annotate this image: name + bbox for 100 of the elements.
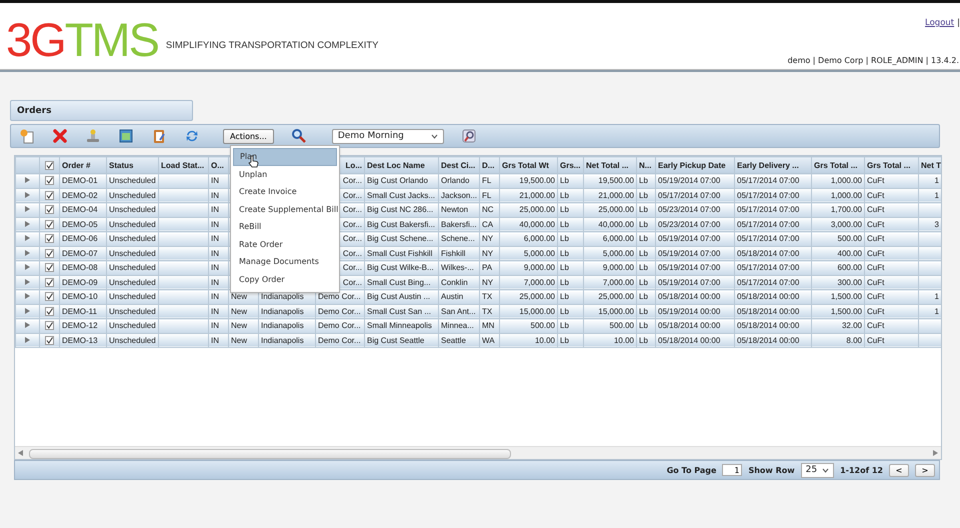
table-cell: 3,000.00 [830, 220, 862, 229]
table-cell: CuFt [867, 321, 884, 330]
horizontal-scrollbar[interactable] [15, 446, 941, 459]
table-cell: DEMO-04 [62, 205, 98, 214]
actions-button[interactable]: Actions... [223, 128, 274, 144]
expand-icon[interactable] [25, 322, 30, 328]
table-cell: New [231, 321, 248, 330]
scroll-left-icon[interactable] [18, 450, 23, 456]
rows-per-page-select[interactable]: 25 [800, 462, 834, 478]
refresh-icon[interactable] [184, 128, 200, 144]
table-cell: 1,700.00 [830, 205, 862, 214]
expand-icon[interactable] [25, 308, 30, 314]
row-checkbox[interactable] [45, 306, 54, 316]
column-header[interactable]: Lo... [346, 160, 362, 170]
page-field[interactable]: 1 [722, 464, 742, 476]
menu-item[interactable]: Unplan [233, 166, 337, 183]
table-cell: Fishkill [441, 248, 466, 258]
table-cell: Orlando [441, 176, 470, 186]
view-select[interactable]: Demo Morning [332, 128, 444, 144]
table-cell: Cor... [342, 190, 362, 200]
table-cell: IN [211, 336, 219, 345]
row-checkbox[interactable] [45, 190, 54, 200]
table-cell: Indianapolis [261, 306, 304, 316]
expand-icon[interactable] [25, 235, 30, 242]
row-checkbox[interactable] [45, 263, 54, 272]
table-cell: Lb [560, 190, 569, 200]
table-cell: Unscheduled [109, 306, 156, 316]
table-cell: Lb [639, 220, 648, 229]
expand-icon[interactable] [25, 220, 30, 227]
table-cell: Lb [560, 205, 569, 214]
table-cell: Seattle [441, 336, 466, 345]
menu-item[interactable]: ReBill [233, 218, 337, 236]
expand-icon[interactable] [25, 336, 30, 343]
logout-link[interactable]: Logout [925, 18, 954, 28]
table-cell: Lb [639, 278, 648, 287]
table-cell: 8.00 [846, 336, 862, 345]
row-checkbox[interactable] [45, 220, 54, 229]
table-cell: Big Cust Austin ... [367, 292, 430, 302]
table-cell: 32.00 [842, 321, 862, 330]
select-all-checkbox[interactable] [45, 160, 54, 170]
row-checkbox[interactable] [45, 336, 54, 345]
stamp-icon[interactable] [85, 128, 101, 144]
row-checkbox[interactable] [45, 248, 54, 258]
expand-icon[interactable] [25, 264, 30, 270]
table-cell: 1,000.00 [830, 190, 862, 200]
row-checkbox[interactable] [45, 205, 54, 214]
row-checkbox[interactable] [45, 176, 54, 186]
new-document-icon[interactable] [19, 128, 35, 144]
menu-item[interactable]: Copy Order [233, 270, 337, 288]
row-checkbox[interactable] [45, 321, 54, 330]
table-cell: 05/17/2014 07:00 [737, 263, 800, 272]
settings-icon[interactable] [460, 128, 477, 144]
table-cell: 05/18/2014 00:00 [737, 292, 800, 302]
table-cell: Small Cust San ... [367, 306, 432, 316]
table-cell: 300.00 [838, 278, 862, 287]
menu-item[interactable]: Manage Documents [233, 253, 337, 270]
scroll-right-icon[interactable] [933, 450, 938, 456]
table-cell: IN [211, 205, 219, 214]
search-icon[interactable] [290, 128, 307, 144]
next-page-button[interactable]: > [915, 464, 935, 476]
delete-icon[interactable] [52, 128, 68, 144]
window-icon[interactable] [118, 128, 134, 144]
table-cell: Lb [560, 292, 569, 302]
row-checkbox[interactable] [45, 278, 54, 287]
table-cell: Big Cust Bakersfi... [367, 220, 436, 229]
table-cell: 21,000.00 [598, 190, 634, 200]
table-cell: CuFt [867, 234, 884, 244]
table-cell: 21,000.00 [519, 190, 555, 200]
table-cell: WA [482, 336, 495, 345]
expand-icon[interactable] [25, 250, 30, 256]
caret-icon[interactable] [822, 468, 830, 472]
table-cell: Demo Cor... [318, 306, 361, 316]
menu-item[interactable]: Create Supplemental Bill [233, 200, 337, 218]
row-checkbox[interactable] [45, 292, 54, 302]
menu-item[interactable]: Rate Order [233, 236, 337, 253]
table-cell: Lb [560, 234, 569, 244]
table-cell: 05/18/2014 00:00 [737, 321, 800, 330]
previous-page-button[interactable]: < [889, 464, 909, 476]
menu-item[interactable]: Plan [233, 148, 337, 166]
expand-icon[interactable] [25, 206, 30, 212]
table-cell: NC [482, 205, 494, 214]
expand-icon[interactable] [25, 177, 30, 184]
caret-icon[interactable] [430, 134, 438, 138]
menu-item[interactable]: Create Invoice [233, 183, 337, 200]
table-cell: NY [482, 248, 494, 258]
row-checkbox[interactable] [45, 234, 54, 244]
expand-icon[interactable] [25, 192, 30, 198]
table-cell: Lb [560, 278, 569, 287]
table-cell: 10.00 [614, 336, 634, 345]
expand-icon[interactable] [25, 278, 30, 285]
clipboard-icon[interactable] [151, 128, 167, 144]
table-cell: DEMO-10 [62, 292, 98, 302]
table-cell: Small Cust Fishkill [367, 248, 432, 258]
table-cell: 05/19/2014 00:00 [658, 306, 720, 316]
table-cell: CuFt [867, 205, 884, 214]
table-cell: CuFt [867, 190, 884, 200]
table-cell: DEMO-02 [62, 190, 98, 200]
expand-icon[interactable] [25, 293, 30, 300]
table-cell: Jackson... [441, 190, 478, 200]
table-cell: FL [482, 176, 492, 186]
